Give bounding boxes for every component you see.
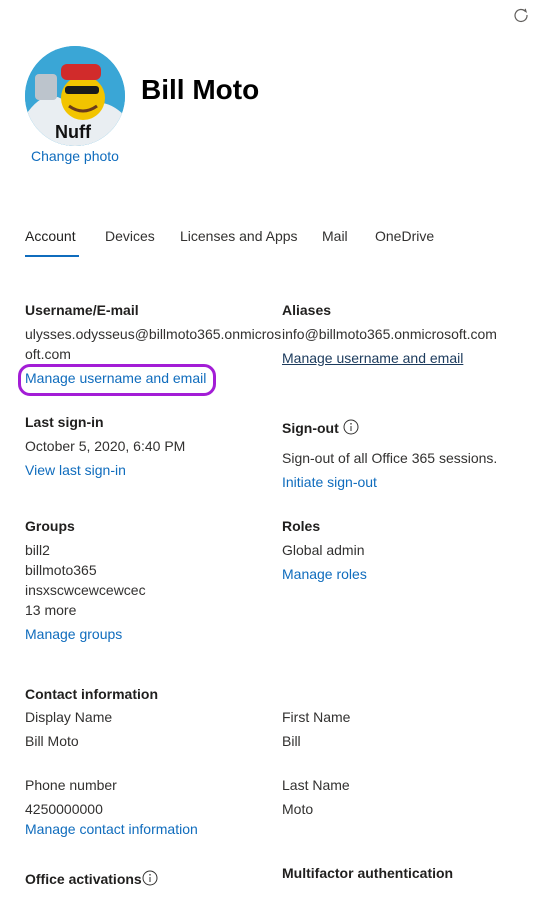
group-item: insxscwcewcewcec (25, 582, 146, 598)
signout-description: Sign-out of all Office 365 sessions. (282, 450, 498, 466)
signout-heading: Sign-out (282, 420, 339, 436)
aliases-manage-link[interactable]: Manage username and email (282, 350, 463, 366)
last-signin-value: October 5, 2020, 6:40 PM (25, 438, 186, 454)
view-last-signin-link[interactable]: View last sign-in (25, 462, 126, 478)
manage-groups-link[interactable]: Manage groups (25, 626, 122, 642)
username-value-line2: oft.com (25, 346, 71, 362)
refresh-icon[interactable] (512, 6, 530, 24)
change-photo-link[interactable]: Change photo (31, 148, 119, 164)
last-name-label: Last Name (282, 777, 350, 793)
group-item: billmoto365 (25, 562, 97, 578)
avatar: Nuff (25, 46, 125, 146)
tab-mail[interactable]: Mail (322, 228, 348, 244)
highlight-annotation (18, 364, 216, 396)
info-icon[interactable] (142, 870, 158, 886)
info-icon[interactable] (343, 419, 359, 435)
tab-devices[interactable]: Devices (105, 228, 155, 244)
avatar-text: Nuff (55, 122, 92, 142)
aliases-value: info@billmoto365.onmicrosoft.com (282, 326, 497, 342)
first-name-label: First Name (282, 709, 351, 725)
tab-account[interactable]: Account (25, 228, 76, 244)
mfa-heading: Multifactor authentication (282, 865, 454, 881)
contact-heading: Contact information (25, 686, 158, 702)
user-name: Bill Moto (141, 74, 260, 105)
roles-heading: Roles (282, 518, 321, 534)
manage-roles-link[interactable]: Manage roles (282, 566, 367, 582)
last-name-value: Moto (282, 801, 314, 817)
first-name-value: Bill (282, 733, 301, 749)
group-item: bill2 (25, 542, 50, 558)
tab-onedrive[interactable]: OneDrive (375, 228, 434, 244)
phone-label: Phone number (25, 777, 117, 793)
aliases-heading: Aliases (282, 302, 332, 318)
active-tab-indicator (25, 255, 79, 257)
office-activations-heading: Office activations (25, 871, 142, 887)
username-heading: Username/E-mail (25, 302, 139, 318)
username-value-line1: ulysses.odysseus@billmoto365.onmicros (25, 326, 282, 342)
display-name-label: Display Name (25, 709, 113, 725)
groups-heading: Groups (25, 518, 75, 534)
initiate-signout-link[interactable]: Initiate sign-out (282, 474, 377, 490)
display-name-value: Bill Moto (25, 733, 79, 749)
groups-more: 13 more (25, 602, 77, 618)
last-signin-heading: Last sign-in (25, 414, 104, 430)
tab-licenses-apps[interactable]: Licenses and Apps (180, 228, 298, 244)
phone-value: 4250000000 (25, 801, 103, 817)
roles-value: Global admin (282, 542, 365, 558)
manage-contact-link[interactable]: Manage contact information (25, 821, 198, 837)
